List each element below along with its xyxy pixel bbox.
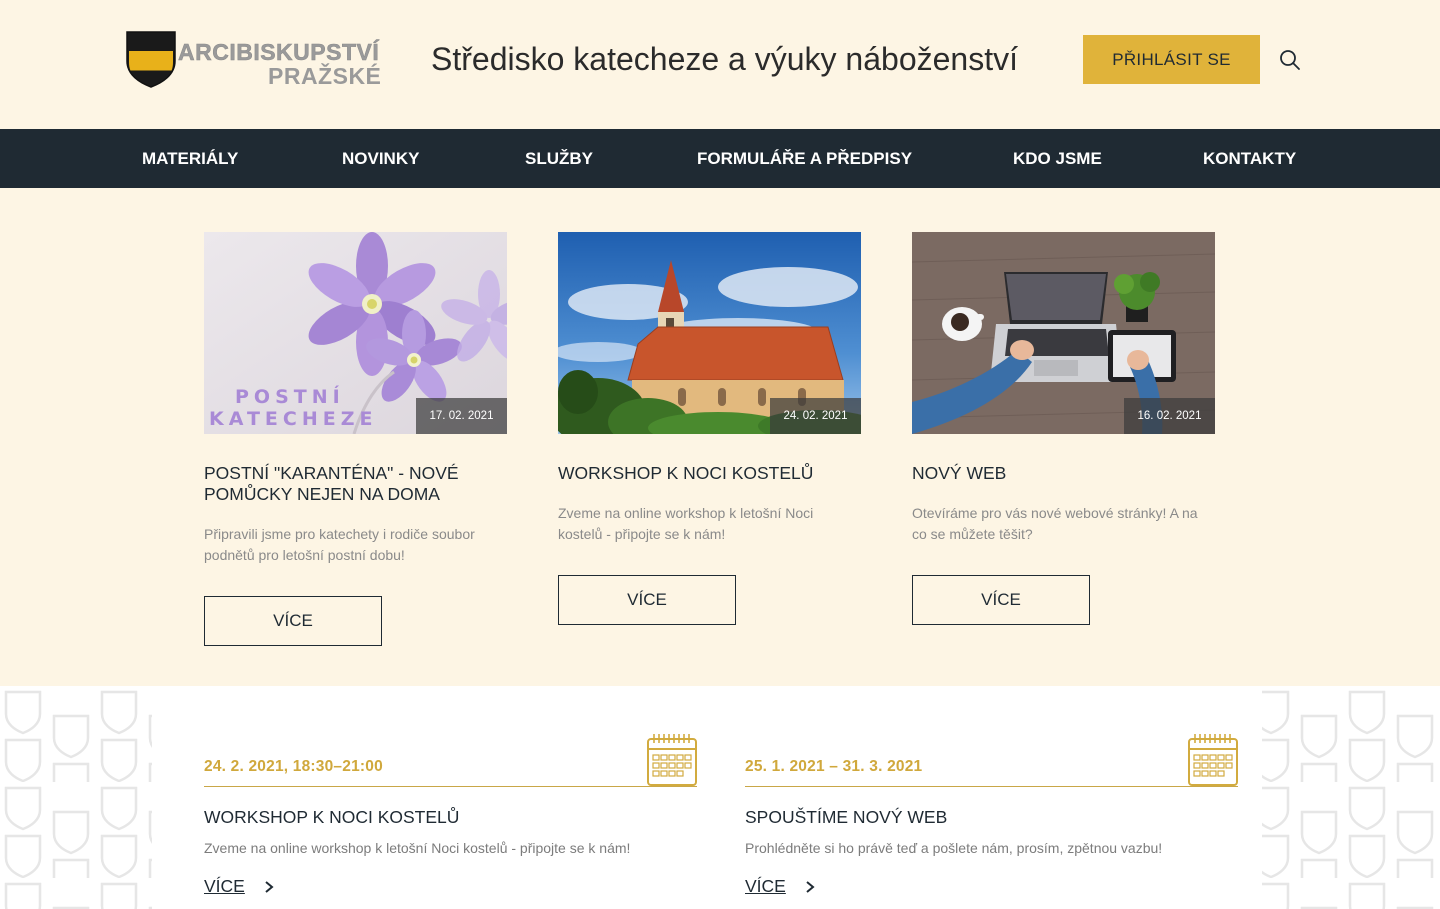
logo-text-line1: ARCIBISKUPSTVÍ bbox=[178, 39, 380, 65]
card-title[interactable]: WORKSHOP K NOCI KOSTELŮ bbox=[558, 463, 861, 484]
calendar-icon bbox=[1188, 734, 1238, 786]
news-card: 16. 02. 2021 NOVÝ WEB Otevíráme pro vás … bbox=[912, 232, 1215, 625]
card-text: Zveme na online workshop k letošní Noci … bbox=[558, 505, 814, 542]
news-card: POSTNÍ KATECHEZE 17. 02. 2021 POSTNÍ "KA… bbox=[204, 232, 507, 646]
main-navigation: MATERIÁLY NOVINKY SLUŽBY FORMULÁŘE A PŘE… bbox=[0, 129, 1440, 188]
calendar-icon bbox=[647, 734, 697, 786]
shield-logo-icon bbox=[126, 31, 176, 88]
events-section: 24. 2. 2021, 18:30–21:00 WORKSHOP K NOCI… bbox=[0, 686, 1440, 909]
card-date: 24. 02. 2021 bbox=[770, 398, 861, 434]
image-caption-line1: POSTNÍ bbox=[235, 386, 345, 408]
event-date: 24. 2. 2021, 18:30–21:00 bbox=[204, 758, 383, 775]
news-card: 24. 02. 2021 WORKSHOP K NOCI KOSTELŮ Zve… bbox=[558, 232, 861, 625]
event-text: Prohlédněte si ho právě teď a pošlete ná… bbox=[745, 840, 1163, 856]
nav-item-materialy[interactable]: MATERIÁLY bbox=[142, 129, 238, 188]
chevron-right-icon[interactable] bbox=[803, 878, 817, 896]
card-date: 17. 02. 2021 bbox=[416, 398, 507, 434]
nav-item-formulare[interactable]: FORMULÁŘE A PŘEDPISY bbox=[697, 129, 912, 188]
card-more-button[interactable]: VÍCE bbox=[558, 575, 736, 625]
archdiocese-logo[interactable]: ARCIBISKUPSTVÍ PRAŽSKÉ bbox=[126, 30, 388, 88]
search-icon[interactable] bbox=[1279, 49, 1301, 71]
card-text: Otevíráme pro vás nové webové stránky! A… bbox=[912, 505, 1198, 542]
event-date: 25. 1. 2021 – 31. 3. 2021 bbox=[745, 758, 923, 775]
card-image-flowers[interactable]: POSTNÍ KATECHEZE 17. 02. 2021 bbox=[204, 232, 507, 434]
event-divider bbox=[204, 786, 697, 787]
event-more-link[interactable]: VÍCE bbox=[204, 876, 245, 897]
card-date: 16. 02. 2021 bbox=[1124, 398, 1215, 434]
card-title[interactable]: POSTNÍ "KARANTÉNA" - NOVÉ POMŮCKY NEJEN … bbox=[204, 463, 507, 505]
nav-item-kontakty[interactable]: KONTAKTY bbox=[1203, 129, 1296, 188]
nav-item-sluzby[interactable]: SLUŽBY bbox=[525, 129, 593, 188]
event-more-link[interactable]: VÍCE bbox=[745, 876, 786, 897]
nav-item-novinky[interactable]: NOVINKY bbox=[342, 129, 419, 188]
card-text: Připravili jsme pro katechety i rodiče s… bbox=[204, 526, 475, 563]
event-text: Zveme na online workshop k letošní Noci … bbox=[204, 840, 631, 856]
card-image-church[interactable]: 24. 02. 2021 bbox=[558, 232, 861, 434]
site-title: Středisko katecheze a výuky náboženství bbox=[431, 41, 1018, 77]
event-title[interactable]: SPOUŠTÍME NOVÝ WEB bbox=[745, 807, 947, 828]
card-more-button[interactable]: VÍCE bbox=[204, 596, 382, 646]
logo-text-line2: PRAŽSKÉ bbox=[268, 63, 382, 89]
card-image-laptop[interactable]: 16. 02. 2021 bbox=[912, 232, 1215, 434]
event-divider bbox=[745, 786, 1238, 787]
login-button[interactable]: PŘIHLÁSIT SE bbox=[1083, 35, 1260, 84]
site-header: ARCIBISKUPSTVÍ PRAŽSKÉ Středisko kateche… bbox=[0, 0, 1440, 129]
event-title[interactable]: WORKSHOP K NOCI KOSTELŮ bbox=[204, 807, 459, 828]
image-caption-line2: KATECHEZE bbox=[209, 408, 378, 430]
chevron-right-icon[interactable] bbox=[262, 878, 276, 896]
card-more-button[interactable]: VÍCE bbox=[912, 575, 1090, 625]
card-title[interactable]: NOVÝ WEB bbox=[912, 463, 1215, 484]
nav-item-kdo-jsme[interactable]: KDO JSME bbox=[1013, 129, 1102, 188]
